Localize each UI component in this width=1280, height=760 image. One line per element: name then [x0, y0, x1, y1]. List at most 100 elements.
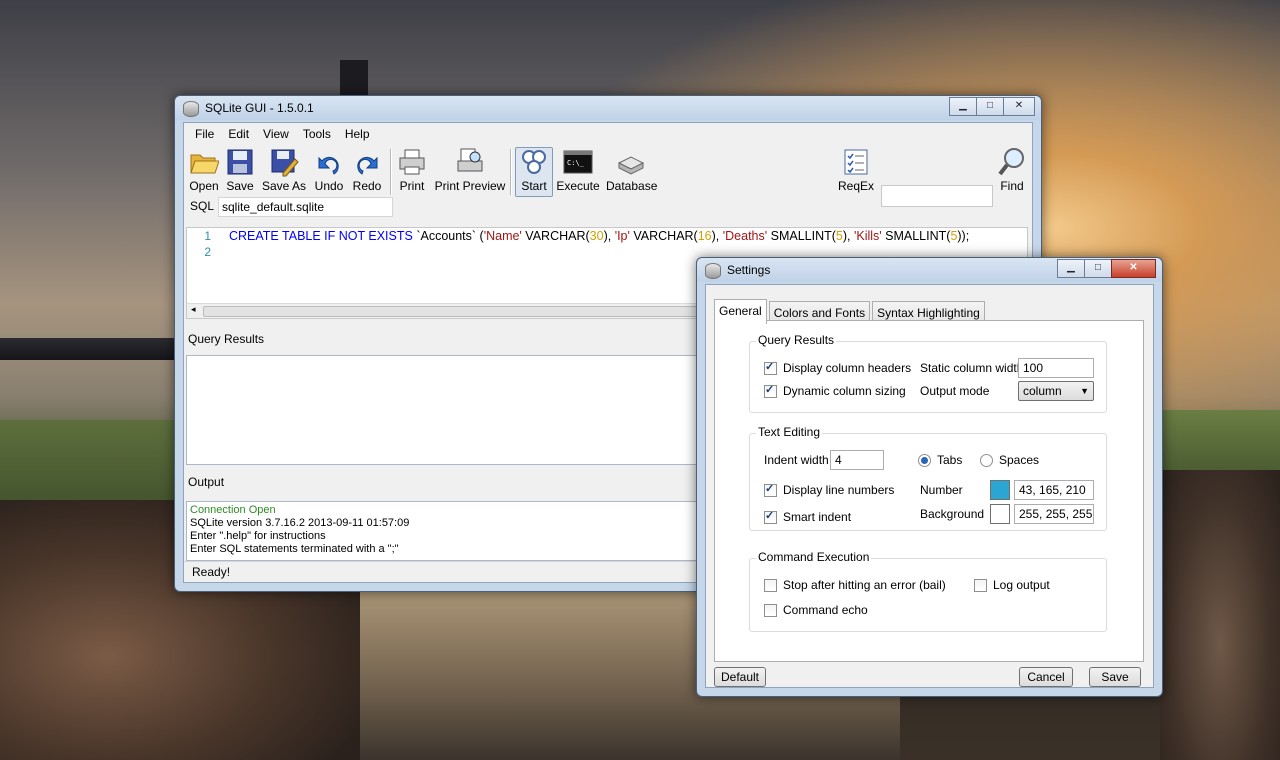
- static-column-width-label: Static column width: [920, 361, 1024, 375]
- number-color-label: Number: [920, 483, 963, 497]
- undo-button[interactable]: Undo: [312, 147, 346, 193]
- menu-view[interactable]: View: [256, 123, 296, 145]
- number-color-input[interactable]: 43, 165, 210: [1014, 480, 1094, 500]
- display-line-numbers-checkbox[interactable]: Display line numbers: [764, 482, 894, 497]
- indent-width-input[interactable]: 4: [830, 450, 884, 470]
- sql-column: 'Deaths': [722, 229, 768, 243]
- output-label: Output: [188, 475, 225, 489]
- start-button[interactable]: Start: [517, 147, 551, 193]
- line-number: 1: [204, 229, 211, 243]
- maximize-button[interactable]: □: [976, 97, 1004, 116]
- toolbar-separator: [390, 149, 392, 195]
- print-preview-icon: [455, 147, 485, 177]
- code-line: CREATE TABLE IF NOT EXISTS `Accounts` ( '…: [229, 228, 969, 244]
- checkbox-checked-icon: [764, 360, 777, 375]
- sql-keyword: CREATE TABLE IF NOT EXISTS: [229, 229, 413, 243]
- menu-file[interactable]: File: [188, 123, 221, 145]
- database-button[interactable]: Database: [606, 147, 657, 193]
- print-preview-button[interactable]: Print Preview: [434, 147, 506, 193]
- smart-indent-checkbox[interactable]: Smart indent: [764, 509, 851, 524]
- folder-open-icon: [189, 147, 220, 177]
- reqex-button[interactable]: ReqEx: [838, 147, 874, 193]
- settings-tabs: General Colors and Fonts Syntax Highligh…: [714, 299, 987, 324]
- menu-bar: File Edit View Tools Help: [184, 123, 1032, 145]
- tabs-radio[interactable]: Tabs: [918, 453, 962, 467]
- general-tab-panel: Query Results Display column headers Dyn…: [714, 320, 1144, 662]
- spaces-radio[interactable]: Spaces: [980, 453, 1039, 467]
- sql-column: 'Ip': [614, 229, 630, 243]
- sql-type: SMALLINT(: [767, 229, 836, 243]
- background-tower: [340, 60, 368, 100]
- undo-arrow-icon: [314, 147, 344, 177]
- database-app-icon: [183, 101, 199, 117]
- printer-icon: [397, 147, 427, 177]
- find-input[interactable]: [881, 185, 993, 207]
- radio-unselected-icon: [980, 453, 993, 467]
- background-color-input[interactable]: 255, 255, 255: [1014, 504, 1094, 524]
- sql-punct: ));: [957, 229, 970, 243]
- checkbox-checked-icon: [764, 509, 777, 524]
- menu-tools[interactable]: Tools: [296, 123, 338, 145]
- line-number-gutter: 1 2: [187, 228, 215, 304]
- scroll-left-arrow-icon[interactable]: ◂: [191, 304, 196, 315]
- menu-help[interactable]: Help: [338, 123, 377, 145]
- magnifier-icon: [997, 147, 1027, 177]
- sql-column: 'Kills': [853, 229, 882, 243]
- group-title: Text Editing: [756, 425, 823, 439]
- sql-number: 16: [697, 229, 712, 243]
- find-button[interactable]: Find: [996, 147, 1028, 193]
- sql-punct: ),: [842, 229, 854, 243]
- display-column-headers-checkbox[interactable]: Display column headers: [764, 360, 911, 375]
- sql-type: VARCHAR(: [629, 229, 698, 243]
- window-title: SQLite GUI - 1.5.0.1: [205, 101, 314, 115]
- settings-dialog: Settings ▁ □ ✕ General Colors and Fonts …: [696, 257, 1163, 697]
- checklist-icon: [841, 147, 871, 177]
- svg-text:C:\_: C:\_: [567, 159, 585, 167]
- sql-database-field[interactable]: sqlite_default.sqlite: [218, 197, 393, 217]
- query-results-label: Query Results: [188, 332, 265, 346]
- close-button[interactable]: ✕: [1111, 259, 1156, 278]
- default-button[interactable]: Default: [714, 667, 766, 687]
- query-results-group: Query Results Display column headers Dyn…: [749, 333, 1107, 413]
- save-button[interactable]: Save: [1089, 667, 1141, 687]
- bail-checkbox[interactable]: Stop after hitting an error (bail): [764, 578, 946, 592]
- settings-title-bar[interactable]: Settings ▁ □ ✕: [697, 258, 1162, 282]
- dynamic-column-sizing-checkbox[interactable]: Dynamic column sizing: [764, 383, 906, 398]
- print-button[interactable]: Print: [396, 147, 428, 193]
- output-mode-label: Output mode: [920, 384, 990, 398]
- main-title-bar[interactable]: SQLite GUI - 1.5.0.1 ▁ □ ✕: [175, 96, 1041, 120]
- sql-type: SMALLINT(: [881, 229, 951, 243]
- checkbox-checked-icon: [764, 482, 777, 497]
- indent-width-label: Indent width: [764, 453, 829, 467]
- save-button[interactable]: Save: [224, 147, 256, 193]
- sql-table-name: `Accounts` (: [412, 229, 484, 243]
- background-color-swatch[interactable]: [990, 504, 1010, 524]
- sql-punct: ),: [603, 229, 615, 243]
- output-mode-dropdown[interactable]: column ▼: [1018, 381, 1094, 401]
- maximize-button[interactable]: □: [1084, 259, 1112, 278]
- command-echo-checkbox[interactable]: Command echo: [764, 603, 868, 617]
- tab-general[interactable]: General: [714, 299, 767, 324]
- settings-title: Settings: [727, 263, 771, 277]
- cancel-button[interactable]: Cancel: [1019, 667, 1073, 687]
- checkbox-unchecked-icon: [974, 578, 987, 592]
- sql-label: SQL: [190, 199, 215, 213]
- redo-button[interactable]: Redo: [350, 147, 384, 193]
- settings-client-area: General Colors and Fonts Syntax Highligh…: [705, 284, 1154, 688]
- save-as-button[interactable]: Save As: [262, 147, 306, 193]
- minimize-button[interactable]: ▁: [949, 97, 977, 116]
- checkbox-checked-icon: [764, 383, 777, 398]
- redo-arrow-icon: [352, 147, 382, 177]
- toolbar: Open Save Save As Undo Redo Print Print …: [184, 147, 1032, 207]
- number-color-swatch[interactable]: [990, 480, 1010, 500]
- floppy-disk-icon: [225, 147, 255, 177]
- background-bridge: [0, 338, 180, 360]
- static-column-width-input[interactable]: 100: [1018, 358, 1094, 378]
- text-editing-group: Text Editing Indent width 4 Tabs Spaces …: [749, 425, 1107, 531]
- execute-button[interactable]: C:\_ Execute: [556, 147, 600, 193]
- close-button[interactable]: ✕: [1003, 97, 1035, 116]
- menu-edit[interactable]: Edit: [221, 123, 256, 145]
- log-output-checkbox[interactable]: Log output: [974, 578, 1050, 592]
- minimize-button[interactable]: ▁: [1057, 259, 1085, 278]
- open-button[interactable]: Open: [188, 147, 220, 193]
